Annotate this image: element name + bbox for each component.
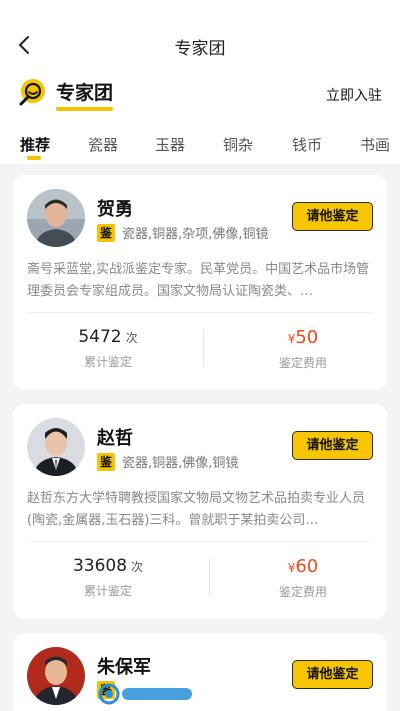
expert-categories: 瓷器,铜器,佛像,铜镜 [122, 456, 239, 471]
active-tab-indicator [27, 156, 41, 160]
tab-calligraphy[interactable]: 书画 [360, 134, 390, 155]
appraisal-fee: 60 [295, 556, 319, 577]
appraisal-count: 5472 [78, 327, 122, 347]
tab-coins[interactable]: 钱币 [292, 134, 322, 155]
search-smile-icon [19, 79, 45, 106]
appraisal-fee-label: 鉴定费用 [278, 356, 327, 370]
expert-name: 贺勇 [97, 199, 133, 220]
expert-name: 赵哲 [97, 428, 133, 449]
expert-card[interactable]: 赵哲 鉴 瓷器,铜器,佛像,铜镜 请他鉴定 赵哲东方大学特聘教授国家文物局文物艺… [13, 404, 387, 619]
expert-name: 朱保军 [97, 657, 151, 678]
appraisal-count-unit: 次 [131, 560, 144, 574]
appraisal-fee-stat: ¥50 鉴定费用 [228, 327, 378, 371]
join-now-link[interactable]: 立即入驻 [326, 85, 382, 105]
appraisal-count-stat: 5472 次 累计鉴定 [33, 327, 183, 370]
request-appraisal-button[interactable]: 请他鉴定 [292, 660, 373, 689]
request-appraisal-button[interactable]: 请他鉴定 [292, 431, 373, 460]
appraisal-count-unit: 次 [125, 331, 138, 345]
appraise-badge: 鉴 [97, 452, 115, 471]
page-title: 专家团 [174, 39, 226, 59]
divider [27, 312, 373, 313]
expert-categories-row: 鉴 瓷器,铜器,杂项,佛像,铜镜 [97, 223, 269, 242]
watermark-logo [98, 683, 198, 705]
expert-card[interactable]: 朱保军 鉴 请他鉴定 [13, 633, 387, 711]
expert-categories: 瓷器,铜器,杂项,佛像,铜镜 [122, 227, 269, 242]
avatar [27, 418, 85, 476]
appraise-badge: 鉴 [97, 223, 115, 242]
expert-categories-row: 鉴 瓷器,铜器,佛像,铜镜 [97, 452, 238, 471]
tab-recommend[interactable]: 推荐 [20, 134, 50, 155]
appraisal-fee: 50 [295, 327, 319, 348]
expert-bio: 斋号采蓝堂,实战派鉴定专家。民革党员。中国艺术品市场管理委员会专家组成员。国家文… [27, 262, 370, 299]
appraisal-count: 33608 [72, 556, 128, 576]
category-tabs: 推荐 瓷器 玉器 铜杂 钱币 书画 [0, 130, 400, 164]
tab-porcelain[interactable]: 瓷器 [88, 134, 118, 155]
brand-header: 专家团 [18, 77, 114, 111]
appraisal-count-label: 累计鉴定 [83, 584, 132, 598]
request-appraisal-button[interactable]: 请他鉴定 [292, 202, 373, 231]
appraisal-fee-label: 鉴定费用 [278, 585, 327, 599]
appraisal-count-label: 累计鉴定 [83, 355, 132, 369]
appraisal-count-stat: 33608 次 累计鉴定 [33, 556, 183, 599]
divider [27, 541, 373, 542]
avatar [27, 189, 85, 247]
stat-divider [209, 558, 210, 596]
stat-divider [203, 329, 204, 367]
avatar [27, 647, 85, 705]
tab-jade[interactable]: 玉器 [155, 134, 185, 155]
brand-title: 专家团 [56, 78, 114, 111]
appraisal-fee-stat: ¥60 鉴定费用 [228, 556, 378, 600]
expert-card[interactable]: 贺勇 鉴 瓷器,铜器,杂项,佛像,铜镜 请他鉴定 斋号采蓝堂,实战派鉴定专家。民… [13, 175, 387, 390]
expert-bio: 赵哲东方大学特聘教授国家文物局文物艺术品拍卖专业人员(陶瓷,金属器,玉石器)三科… [27, 491, 366, 528]
tab-bronze-misc[interactable]: 铜杂 [223, 134, 253, 155]
